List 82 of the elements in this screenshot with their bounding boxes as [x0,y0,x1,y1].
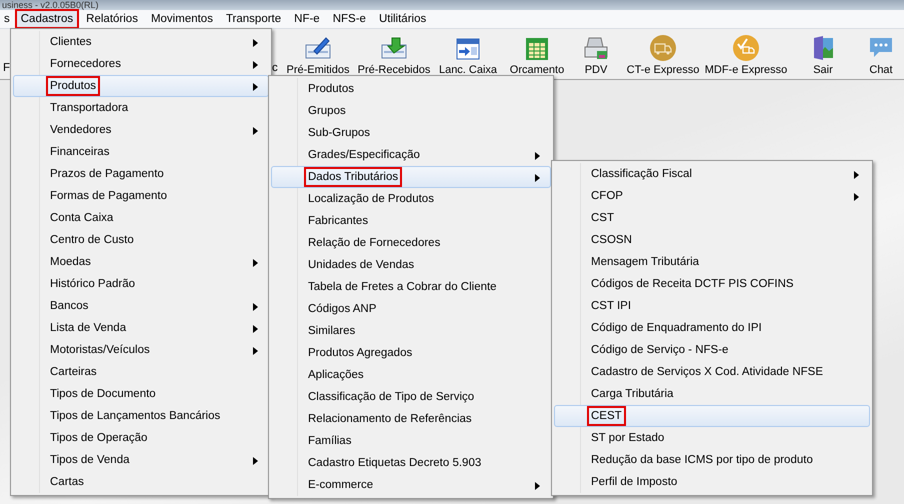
menu-item[interactable]: Grupos [271,100,551,122]
toolbar-button[interactable]: Chat [858,35,904,77]
menu-item[interactable]: Perfil de Imposto [554,471,870,493]
menu-item[interactable]: Moedas [13,251,269,273]
menu-item[interactable]: Produtos [13,75,269,97]
menu-item[interactable]: Classificação Fiscal [554,163,870,185]
menu-item[interactable]: CFOP [554,185,870,207]
menu-item[interactable]: CSOSN [554,229,870,251]
menu-item[interactable]: Motoristas/Veículos [13,339,269,361]
truck-icon [650,35,676,61]
menu-item[interactable]: Cadastro de Serviços X Cod. Atividade NFSE [554,361,870,383]
menu-item[interactable]: Redução da base ICMS por tipo de produto [554,449,870,471]
toolbar-button[interactable]: Orcamento [504,37,570,77]
menu-item[interactable]: Grades/Especificação [271,144,551,166]
menu-item[interactable]: Tipos de Venda [13,449,269,471]
menu-item[interactable]: Fornecedores [13,53,269,75]
menu-item[interactable]: Produtos [271,78,551,100]
menu-item[interactable]: Conta Caixa [13,207,269,229]
toolbar-label: c [272,62,278,74]
menu-item[interactable]: Tipos de Documento [13,383,269,405]
menu-item[interactable]: Dados Tributários [271,166,551,188]
toolbar-button[interactable]: Lanc. Caixa [432,35,504,77]
menu-item[interactable]: Códigos de Receita DCTF PIS COFINS [554,273,870,295]
menu-item[interactable]: Vendedores [13,119,269,141]
menu-item[interactable]: Famílias [271,430,551,452]
cheque-arrow-icon [380,35,408,61]
menu-item[interactable]: Cartas [13,471,269,493]
menu-item[interactable]: Relação de Fornecedores [271,232,551,254]
cheque-pen-icon [304,35,332,61]
cash-register-icon [583,35,609,61]
menu-bar-item[interactable]: Movimentos [144,9,219,29]
toolbar-button[interactable]: Pré-Emitidos [280,35,356,77]
door-icon [811,35,835,61]
menu-item[interactable]: Mensagem Tributária [554,251,870,273]
menu-item[interactable]: CST IPI [554,295,870,317]
spreadsheet-icon [525,37,549,61]
menu-item[interactable]: Bancos [13,295,269,317]
menu-item[interactable]: Aplicações [271,364,551,386]
menu-item[interactable]: Classificação de Tipo de Serviço [271,386,551,408]
menu-item[interactable]: Tipos de Operação [13,427,269,449]
menu-item[interactable]: Clientes [13,31,269,53]
menu-item[interactable]: Código de Serviço - NFS-e [554,339,870,361]
menu-item[interactable]: Similares [271,320,551,342]
toolbar-button[interactable]: CT-e Expresso [622,35,704,77]
menu-item[interactable]: Localização de Produtos [271,188,551,210]
menu-bar-item[interactable]: Utilitários [372,9,432,29]
menu-bar-item[interactable]: Transporte [220,9,288,29]
menu-item[interactable]: CST [554,207,870,229]
toolbar-label: F [3,62,10,74]
menu-item[interactable]: E-commerce [271,474,551,496]
menu-item[interactable]: Lista de Venda [13,317,269,339]
menu-item[interactable]: Relacionamento de Referências [271,408,551,430]
menu-item[interactable]: Centro de Custo [13,229,269,251]
menu-item[interactable]: Tipos de Lançamentos Bancários [13,405,269,427]
menu-item[interactable]: Código de Enquadramento do IPI [554,317,870,339]
menu-bar-item[interactable]: Relatórios [80,9,144,29]
toolbar-button[interactable]: Pré-Recebidos [356,35,432,77]
menu-item[interactable]: Códigos ANP [271,298,551,320]
menu-bar-item[interactable]: NF-e [288,9,326,29]
menu-item[interactable]: Carga Tributária [554,383,870,405]
truck-check-icon [733,35,759,61]
menu-item[interactable]: Sub-Grupos [271,122,551,144]
window-title: usiness - v2.0.05B0(RL) [1,0,100,10]
toolbar-button[interactable]: PDV [570,35,622,77]
menu-item[interactable]: ST por Estado [554,427,870,449]
menu-item[interactable]: Histórico Padrão [13,273,269,295]
menu-item[interactable]: CEST [554,405,870,427]
menu-item[interactable]: Carteiras [13,361,269,383]
toolbar-button[interactable]: Sair [788,35,858,77]
toolbar-button[interactable]: MDF-e Expresso [704,35,788,77]
menu-item[interactable]: Fabricantes [271,210,551,232]
menu-item[interactable]: Cadastro Etiquetas Decreto 5.903 [271,452,551,474]
menu-item[interactable]: Financeiras [13,141,269,163]
menu-bar-item[interactable]: Cadastros [14,9,80,29]
menu-bar-item[interactable]: s [0,9,14,29]
menu-item[interactable]: Unidades de Vendas [271,254,551,276]
menu-bar-item[interactable]: NFS-e [326,9,372,29]
menu-item[interactable]: Transportadora [13,97,269,119]
menu-item[interactable]: Prazos de Pagamento [13,163,269,185]
menu-item[interactable]: Produtos Agregados [271,342,551,364]
menu-item[interactable]: Tabela de Fretes a Cobrar do Cliente [271,276,551,298]
menu-item[interactable]: Formas de Pagamento [13,185,269,207]
